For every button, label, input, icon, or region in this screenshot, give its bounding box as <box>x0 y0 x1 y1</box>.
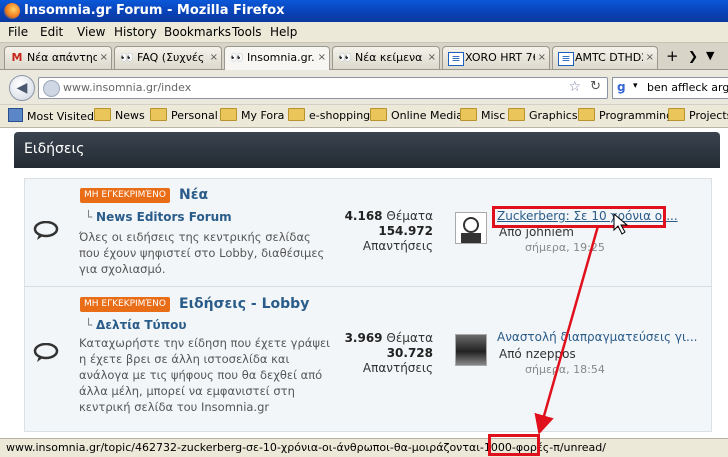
mouse-cursor-icon <box>613 212 629 235</box>
annotation-arrow <box>534 212 629 435</box>
